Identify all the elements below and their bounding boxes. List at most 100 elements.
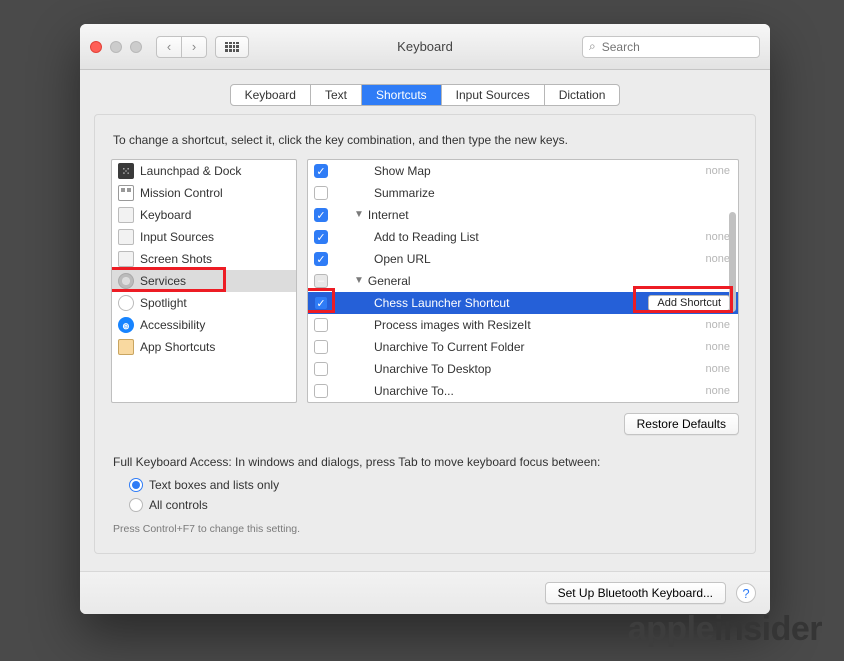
close-window-button[interactable] xyxy=(90,41,102,53)
keyboard-icon xyxy=(118,207,134,223)
forward-button[interactable]: › xyxy=(181,36,207,58)
item-shortcut: none xyxy=(706,363,730,375)
item-label: Add to Reading List xyxy=(374,230,700,244)
checkbox[interactable] xyxy=(314,186,328,200)
tab-dictation[interactable]: Dictation xyxy=(545,85,620,105)
item-label: Unarchive To Current Folder xyxy=(374,340,700,354)
sidebar-item-label: Screen Shots xyxy=(140,252,212,266)
back-button[interactable]: ‹ xyxy=(156,36,182,58)
item-label: Open URL xyxy=(374,252,700,266)
list-item[interactable]: ✓ Add to Reading List none xyxy=(308,226,738,248)
list-item[interactable]: Process images with ResizeIt none xyxy=(308,314,738,336)
scrollbar[interactable] xyxy=(729,162,736,400)
nav-buttons: ‹ › xyxy=(156,36,207,58)
sidebar-item-services[interactable]: Services xyxy=(112,270,296,292)
item-label: Summarize xyxy=(374,186,730,200)
sidebar-item-mission-control[interactable]: Mission Control xyxy=(112,182,296,204)
item-shortcut: none xyxy=(706,385,730,397)
list-item[interactable]: Unarchive To Current Folder none xyxy=(308,336,738,358)
list-item[interactable]: Unarchive To Desktop none xyxy=(308,358,738,380)
tab-shortcuts[interactable]: Shortcuts xyxy=(362,85,442,105)
sidebar-item-label: Spotlight xyxy=(140,296,187,310)
checkbox[interactable]: ✓ xyxy=(314,164,328,178)
sidebar-item-screen-shots[interactable]: Screen Shots xyxy=(112,248,296,270)
sidebar-item-label: Accessibility xyxy=(140,318,205,332)
full-keyboard-access-label: Full Keyboard Access: In windows and dia… xyxy=(113,455,737,469)
item-shortcut: none xyxy=(706,341,730,353)
launchpad-icon: ⁙ xyxy=(118,163,134,179)
list-item-selected[interactable]: ✓ Chess Launcher Shortcut Add Shortcut xyxy=(308,292,738,314)
sidebar-item-input-sources[interactable]: Input Sources xyxy=(112,226,296,248)
item-label: Process images with ResizeIt xyxy=(374,318,700,332)
category-sidebar: ⁙ Launchpad & Dock Mission Control Keyboa… xyxy=(111,159,297,403)
accessibility-icon: ๏ xyxy=(118,317,134,333)
list-item[interactable]: Summarize xyxy=(308,182,738,204)
traffic-lights xyxy=(90,41,142,53)
scrollbar-thumb[interactable] xyxy=(729,212,736,312)
item-label: Show Map xyxy=(374,164,700,178)
radio-icon xyxy=(129,498,143,512)
radio-icon xyxy=(129,478,143,492)
checkbox[interactable]: ✓ xyxy=(314,208,328,222)
radio-text-boxes[interactable]: Text boxes and lists only xyxy=(129,475,739,495)
sidebar-item-label: Input Sources xyxy=(140,230,214,244)
tab-keyboard[interactable]: Keyboard xyxy=(231,85,311,105)
search-input[interactable] xyxy=(600,39,753,55)
chevron-right-icon: › xyxy=(192,39,196,54)
item-label: Unarchive To... xyxy=(374,384,700,398)
preferences-window: ‹ › Keyboard ⌕ Keyboard Text Shortcuts I… xyxy=(80,24,770,614)
checkbox[interactable] xyxy=(314,362,328,376)
search-field[interactable]: ⌕ xyxy=(582,36,760,58)
checkbox[interactable]: ✓ xyxy=(314,252,328,266)
chevron-left-icon: ‹ xyxy=(167,39,171,54)
sidebar-item-label: Keyboard xyxy=(140,208,191,222)
checkbox[interactable]: ✓ xyxy=(314,230,328,244)
checkbox[interactable]: – xyxy=(314,274,328,288)
sidebar-item-accessibility[interactable]: ๏ Accessibility xyxy=(112,314,296,336)
tab-input-sources[interactable]: Input Sources xyxy=(442,85,545,105)
radio-label: All controls xyxy=(149,498,208,512)
tab-text[interactable]: Text xyxy=(311,85,362,105)
watermark: appleinsider xyxy=(628,610,822,649)
list-group-general[interactable]: – ▼ General xyxy=(308,270,738,292)
minimize-window-button[interactable] xyxy=(110,41,122,53)
keyboard-access-radio-group: Text boxes and lists only All controls xyxy=(129,475,739,515)
item-shortcut: none xyxy=(706,319,730,331)
disclosure-icon[interactable]: ▼ xyxy=(354,275,364,286)
list-item[interactable]: ✓ Show Map none xyxy=(308,160,738,182)
list-item[interactable]: ✓ Open URL none xyxy=(308,248,738,270)
disclosure-icon[interactable]: ▼ xyxy=(354,209,364,220)
item-shortcut: none xyxy=(706,231,730,243)
sidebar-item-spotlight[interactable]: Spotlight xyxy=(112,292,296,314)
shortcuts-group: To change a shortcut, select it, click t… xyxy=(94,114,756,554)
checkbox[interactable]: ✓ xyxy=(314,296,328,310)
app-shortcuts-icon xyxy=(118,339,134,355)
add-shortcut-button[interactable]: Add Shortcut xyxy=(648,295,730,311)
restore-defaults-button[interactable]: Restore Defaults xyxy=(624,413,739,435)
checkbox[interactable] xyxy=(314,318,328,332)
grid-icon xyxy=(225,42,239,52)
show-all-button[interactable] xyxy=(215,36,249,58)
footer: Set Up Bluetooth Keyboard... ? xyxy=(80,571,770,614)
help-button[interactable]: ? xyxy=(736,583,756,603)
zoom-window-button[interactable] xyxy=(130,41,142,53)
sidebar-item-app-shortcuts[interactable]: App Shortcuts xyxy=(112,336,296,358)
sidebar-item-keyboard[interactable]: Keyboard xyxy=(112,204,296,226)
mission-control-icon xyxy=(118,185,134,201)
list-item[interactable]: Unarchive To... none xyxy=(308,380,738,402)
gear-icon xyxy=(118,273,134,289)
shortcut-list: ✓ Show Map none Summarize ✓ ▼ In xyxy=(307,159,739,403)
checkbox[interactable] xyxy=(314,340,328,354)
group-label: Internet xyxy=(368,208,730,222)
input-sources-icon xyxy=(118,229,134,245)
sidebar-item-launchpad[interactable]: ⁙ Launchpad & Dock xyxy=(112,160,296,182)
help-icon: ? xyxy=(742,586,749,601)
bluetooth-keyboard-button[interactable]: Set Up Bluetooth Keyboard... xyxy=(545,582,726,604)
checkbox[interactable] xyxy=(314,384,328,398)
titlebar: ‹ › Keyboard ⌕ xyxy=(80,24,770,70)
pane-tabs: Keyboard Text Shortcuts Input Sources Di… xyxy=(230,84,621,106)
spotlight-icon xyxy=(118,295,134,311)
sidebar-item-label: Launchpad & Dock xyxy=(140,164,241,178)
radio-all-controls[interactable]: All controls xyxy=(129,495,739,515)
list-group-internet[interactable]: ✓ ▼ Internet xyxy=(308,204,738,226)
